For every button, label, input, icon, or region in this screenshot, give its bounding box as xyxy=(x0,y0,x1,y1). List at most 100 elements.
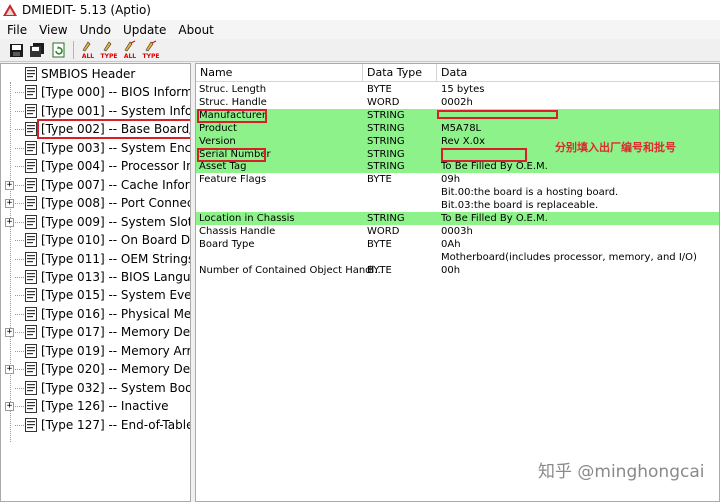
cell-name: Location in Chassis xyxy=(199,213,295,224)
sign-all-button[interactable]: ALL xyxy=(78,40,98,60)
tree-item[interactable]: SMBIOS Header xyxy=(1,65,190,83)
sign-all-2-button[interactable]: ALL xyxy=(120,40,140,60)
sign-type-2-icon xyxy=(145,40,157,52)
save-all-button[interactable] xyxy=(27,40,47,60)
tree-item[interactable]: [Type 032] -- System Boot I xyxy=(1,379,191,397)
refresh-button[interactable] xyxy=(48,40,68,60)
table-row[interactable]: Asset Tag STRING To Be Filled By O.E.M. xyxy=(196,160,719,174)
tree-item-label: [Type 013] -- BIOS Languag xyxy=(41,269,191,284)
tree-item-label: [Type 004] -- Processor Inf xyxy=(41,159,191,174)
tree-item-label: [Type 001] -- System Inforn xyxy=(41,103,191,118)
document-icon xyxy=(25,417,37,432)
cell-data-type: BYTE xyxy=(367,238,392,250)
cell-data: Bit.03:the board is replaceable. xyxy=(441,200,599,212)
document-icon xyxy=(25,177,37,192)
tree-item-label: [Type 032] -- System Boot I xyxy=(41,380,191,395)
menu-file[interactable]: File xyxy=(2,23,32,37)
column-header-data-type[interactable]: Data Type xyxy=(363,64,437,82)
menu-view[interactable]: View xyxy=(34,23,72,37)
cell-data-type xyxy=(367,199,437,212)
cell-data: 0003h xyxy=(441,225,473,237)
cell-data-type: STRING xyxy=(367,135,405,147)
tree-item[interactable]: [Type 019] -- Memory Arra xyxy=(1,342,190,360)
save-button[interactable] xyxy=(6,40,26,60)
cell-name: Number of Contained Object Handl... xyxy=(199,264,384,276)
document-icon xyxy=(25,196,37,211)
tree-item[interactable]: [Type 013] -- BIOS Languag xyxy=(1,268,191,286)
cell-data: 00h xyxy=(441,264,461,276)
expand-icon[interactable]: + xyxy=(5,365,14,375)
tree-item-label: [Type 007] -- Cache Inform xyxy=(41,177,191,192)
annotation-note: 分别填入出厂编号和批号 xyxy=(555,141,676,154)
tree-item[interactable]: [Type 002] -- Base Board/M xyxy=(1,119,190,140)
tree-item[interactable]: + [Type 017] -- Memory Devi xyxy=(1,323,190,341)
manufacturer-highlight-box xyxy=(197,109,267,123)
tree-branch-line xyxy=(15,92,24,94)
cell-data-type: STRING xyxy=(367,122,405,134)
expand-icon[interactable]: + xyxy=(5,217,14,227)
cell-name xyxy=(199,199,363,212)
tree-branch-line xyxy=(15,203,24,205)
table-row[interactable]: Struc. Length BYTE 15 bytes xyxy=(196,83,719,96)
table-row[interactable]: Bit.03:the board is replaceable. xyxy=(196,199,719,212)
menu-about[interactable]: About xyxy=(173,23,218,37)
table-row[interactable]: Number of Contained Object Handl... BYTE 0… xyxy=(196,264,719,277)
document-icon xyxy=(25,362,37,377)
tree-item[interactable]: [Type 015] -- System Event xyxy=(1,286,190,304)
tree-item[interactable]: [Type 003] -- System Enclos xyxy=(1,139,190,157)
column-header-data[interactable]: Data xyxy=(437,64,719,82)
cell-name: Board Type xyxy=(199,238,255,250)
tree-item-label: [Type 008] -- Port Connecto xyxy=(41,196,191,211)
document-icon xyxy=(25,269,37,284)
cell-data: To Be Filled By O.E.M. xyxy=(441,213,548,224)
table-row[interactable]: Bit.00:the board is a hosting board. xyxy=(196,186,719,199)
expand-icon[interactable]: + xyxy=(5,199,14,209)
expand-icon[interactable]: + xyxy=(5,328,14,338)
sign-type-button[interactable]: TYPE xyxy=(99,40,119,60)
menu-undo[interactable]: Undo xyxy=(75,23,116,37)
expand-icon[interactable]: + xyxy=(5,180,14,190)
save-all-icon xyxy=(30,42,44,57)
refresh-icon xyxy=(52,42,64,58)
app-icon xyxy=(3,4,17,16)
menu-update[interactable]: Update xyxy=(118,23,171,37)
smbios-tree[interactable]: SMBIOS Header [Type 000] -- BIOS Informa [… xyxy=(0,63,191,502)
table-row[interactable]: Feature Flags BYTE 09h xyxy=(196,173,719,186)
document-icon xyxy=(25,214,37,229)
tree-item[interactable]: + [Type 007] -- Cache Inform xyxy=(1,176,191,194)
tree-item[interactable]: + [Type 020] -- Memory Devi xyxy=(1,360,191,378)
document-icon xyxy=(25,233,37,248)
structure-detail-list[interactable]: Name Data Type Data Struc. Length BYTE 15 … xyxy=(195,63,720,502)
tree-item[interactable]: + [Type 126] -- Inactive xyxy=(1,397,190,415)
document-icon xyxy=(25,67,37,81)
tree-item-label: [Type 020] -- Memory Devi xyxy=(41,362,191,377)
table-row[interactable]: Struc. Handle WORD 0002h xyxy=(196,96,719,109)
document-icon xyxy=(25,140,37,155)
table-row[interactable]: Chassis Handle WORD 0003h xyxy=(196,225,719,238)
document-icon xyxy=(25,380,37,395)
tree-item[interactable]: [Type 011] -- OEM Strings xyxy=(1,250,190,268)
table-row[interactable]: Product STRING M5A78L xyxy=(196,121,719,135)
tree-item[interactable]: [Type 127] -- End-of-Table xyxy=(1,416,190,434)
table-row[interactable]: Motherboard(includes processor, memory, … xyxy=(196,251,719,264)
tree-item[interactable]: [Type 001] -- System Inforn xyxy=(1,102,191,120)
tree-item[interactable]: + [Type 008] -- Port Connecto xyxy=(1,194,191,212)
cell-data-type: WORD xyxy=(367,96,400,108)
cell-data: 09h xyxy=(441,174,461,186)
tree-item[interactable]: [Type 016] -- Physical Mem xyxy=(1,305,190,323)
sign-type-2-button[interactable]: TYPE xyxy=(141,40,161,60)
cell-data-type xyxy=(367,186,437,199)
tree-item-label: [Type 002] -- Base Board/M xyxy=(37,119,190,140)
tree-item[interactable]: [Type 004] -- Processor Inf xyxy=(1,157,191,175)
column-header-name[interactable]: Name xyxy=(196,64,363,82)
sign-all-2-icon xyxy=(124,40,136,52)
expand-icon[interactable]: + xyxy=(5,402,14,412)
cell-data-type: STRING xyxy=(367,148,405,160)
table-row[interactable]: Location in Chassis STRING To Be Filled By… xyxy=(196,212,719,225)
table-row[interactable]: Board Type BYTE 0Ah xyxy=(196,238,719,251)
tree-item[interactable]: [Type 000] -- BIOS Informa xyxy=(1,83,190,101)
tree-branch-line xyxy=(15,129,24,131)
tree-item[interactable]: [Type 010] -- On Board Dev xyxy=(1,231,190,249)
tree-item[interactable]: + [Type 009] -- System Slots xyxy=(1,213,190,231)
cell-data: M5A78L xyxy=(441,122,482,134)
